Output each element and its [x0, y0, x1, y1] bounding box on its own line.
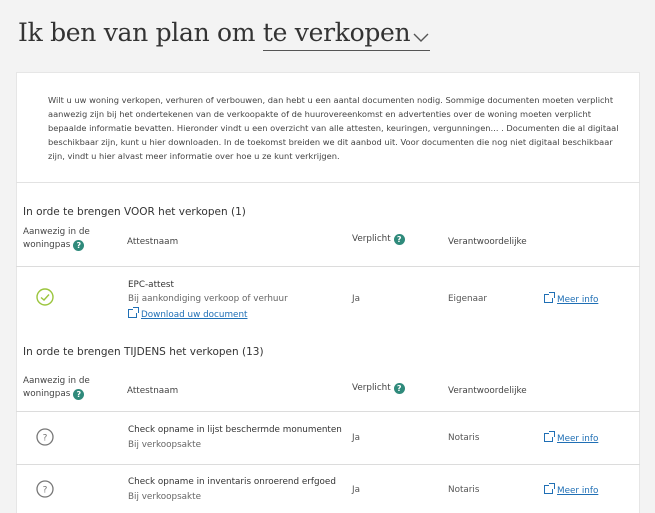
help-icon[interactable]: ? [73, 389, 85, 400]
verantwoordelijke-value: Eigenaar [448, 294, 487, 304]
check-circle-icon [36, 288, 54, 310]
page-title-prefix: Ik ben van plan om [18, 18, 256, 47]
col-header-verantwoordelijke: Verantwoordelijke [448, 237, 527, 247]
verplicht-value: Ja [352, 294, 360, 304]
meer-info-link[interactable]: Meer info [544, 292, 598, 305]
col-header-attestnaam: Attestnaam [127, 237, 179, 247]
table-divider [16, 411, 640, 412]
intro-text: Wilt u uw woning verkopen, verhuren of v… [48, 95, 619, 161]
divider [16, 182, 640, 183]
verplicht-value: Ja [352, 485, 360, 495]
attest-when: Bij verkoopsakte [128, 492, 202, 502]
intent-dropdown-value: te verkopen [262, 18, 411, 47]
intent-dropdown[interactable]: te verkopen [262, 18, 431, 51]
external-link-icon [544, 483, 555, 494]
external-link-icon [128, 307, 139, 318]
section-title-tijdens: In orde te brengen TIJDENS het verkopen … [23, 346, 264, 358]
table-divider [16, 266, 640, 267]
help-icon[interactable]: ? [393, 383, 405, 394]
col-header-verantwoordelijke: Verantwoordelijke [448, 386, 527, 396]
download-link[interactable]: Download uw document [128, 307, 247, 320]
meer-info-link[interactable]: Meer info [544, 483, 598, 496]
attest-name: Check opname in lijst beschermde monumen… [128, 425, 342, 435]
help-icon[interactable]: ? [73, 240, 85, 251]
attest-name: Check opname in inventaris onroerend erf… [128, 477, 336, 487]
page-title: Ik ben van plan om te verkopen [18, 18, 431, 51]
svg-text:?: ? [43, 486, 48, 496]
attest-when: Bij aankondiging verkoop of verhuur [128, 294, 288, 304]
external-link-icon [544, 431, 555, 442]
help-icon[interactable]: ? [393, 234, 405, 245]
meer-info-link[interactable]: Meer info [544, 431, 598, 444]
attest-name: EPC-attest [128, 280, 174, 290]
question-circle-icon: ? [36, 480, 54, 502]
verantwoordelijke-value: Notaris [448, 433, 480, 443]
col-header-woningpas: Aanwezig in de woningpas? [23, 376, 90, 400]
attest-when: Bij verkoopsakte [128, 440, 202, 450]
section-title-voor: In orde te brengen VOOR het verkopen (1) [23, 206, 246, 218]
external-link-icon [544, 292, 555, 303]
col-header-woningpas: Aanwezig in de woningpas? [23, 227, 90, 251]
col-header-attestnaam: Attestnaam [127, 386, 179, 396]
table-divider [16, 464, 640, 465]
col-header-verplicht: Verplicht? [352, 234, 405, 245]
svg-text:?: ? [43, 434, 48, 444]
chevron-down-icon [412, 20, 430, 49]
col-header-verplicht: Verplicht? [352, 383, 405, 394]
question-circle-icon: ? [36, 428, 54, 450]
verantwoordelijke-value: Notaris [448, 485, 480, 495]
verplicht-value: Ja [352, 433, 360, 443]
